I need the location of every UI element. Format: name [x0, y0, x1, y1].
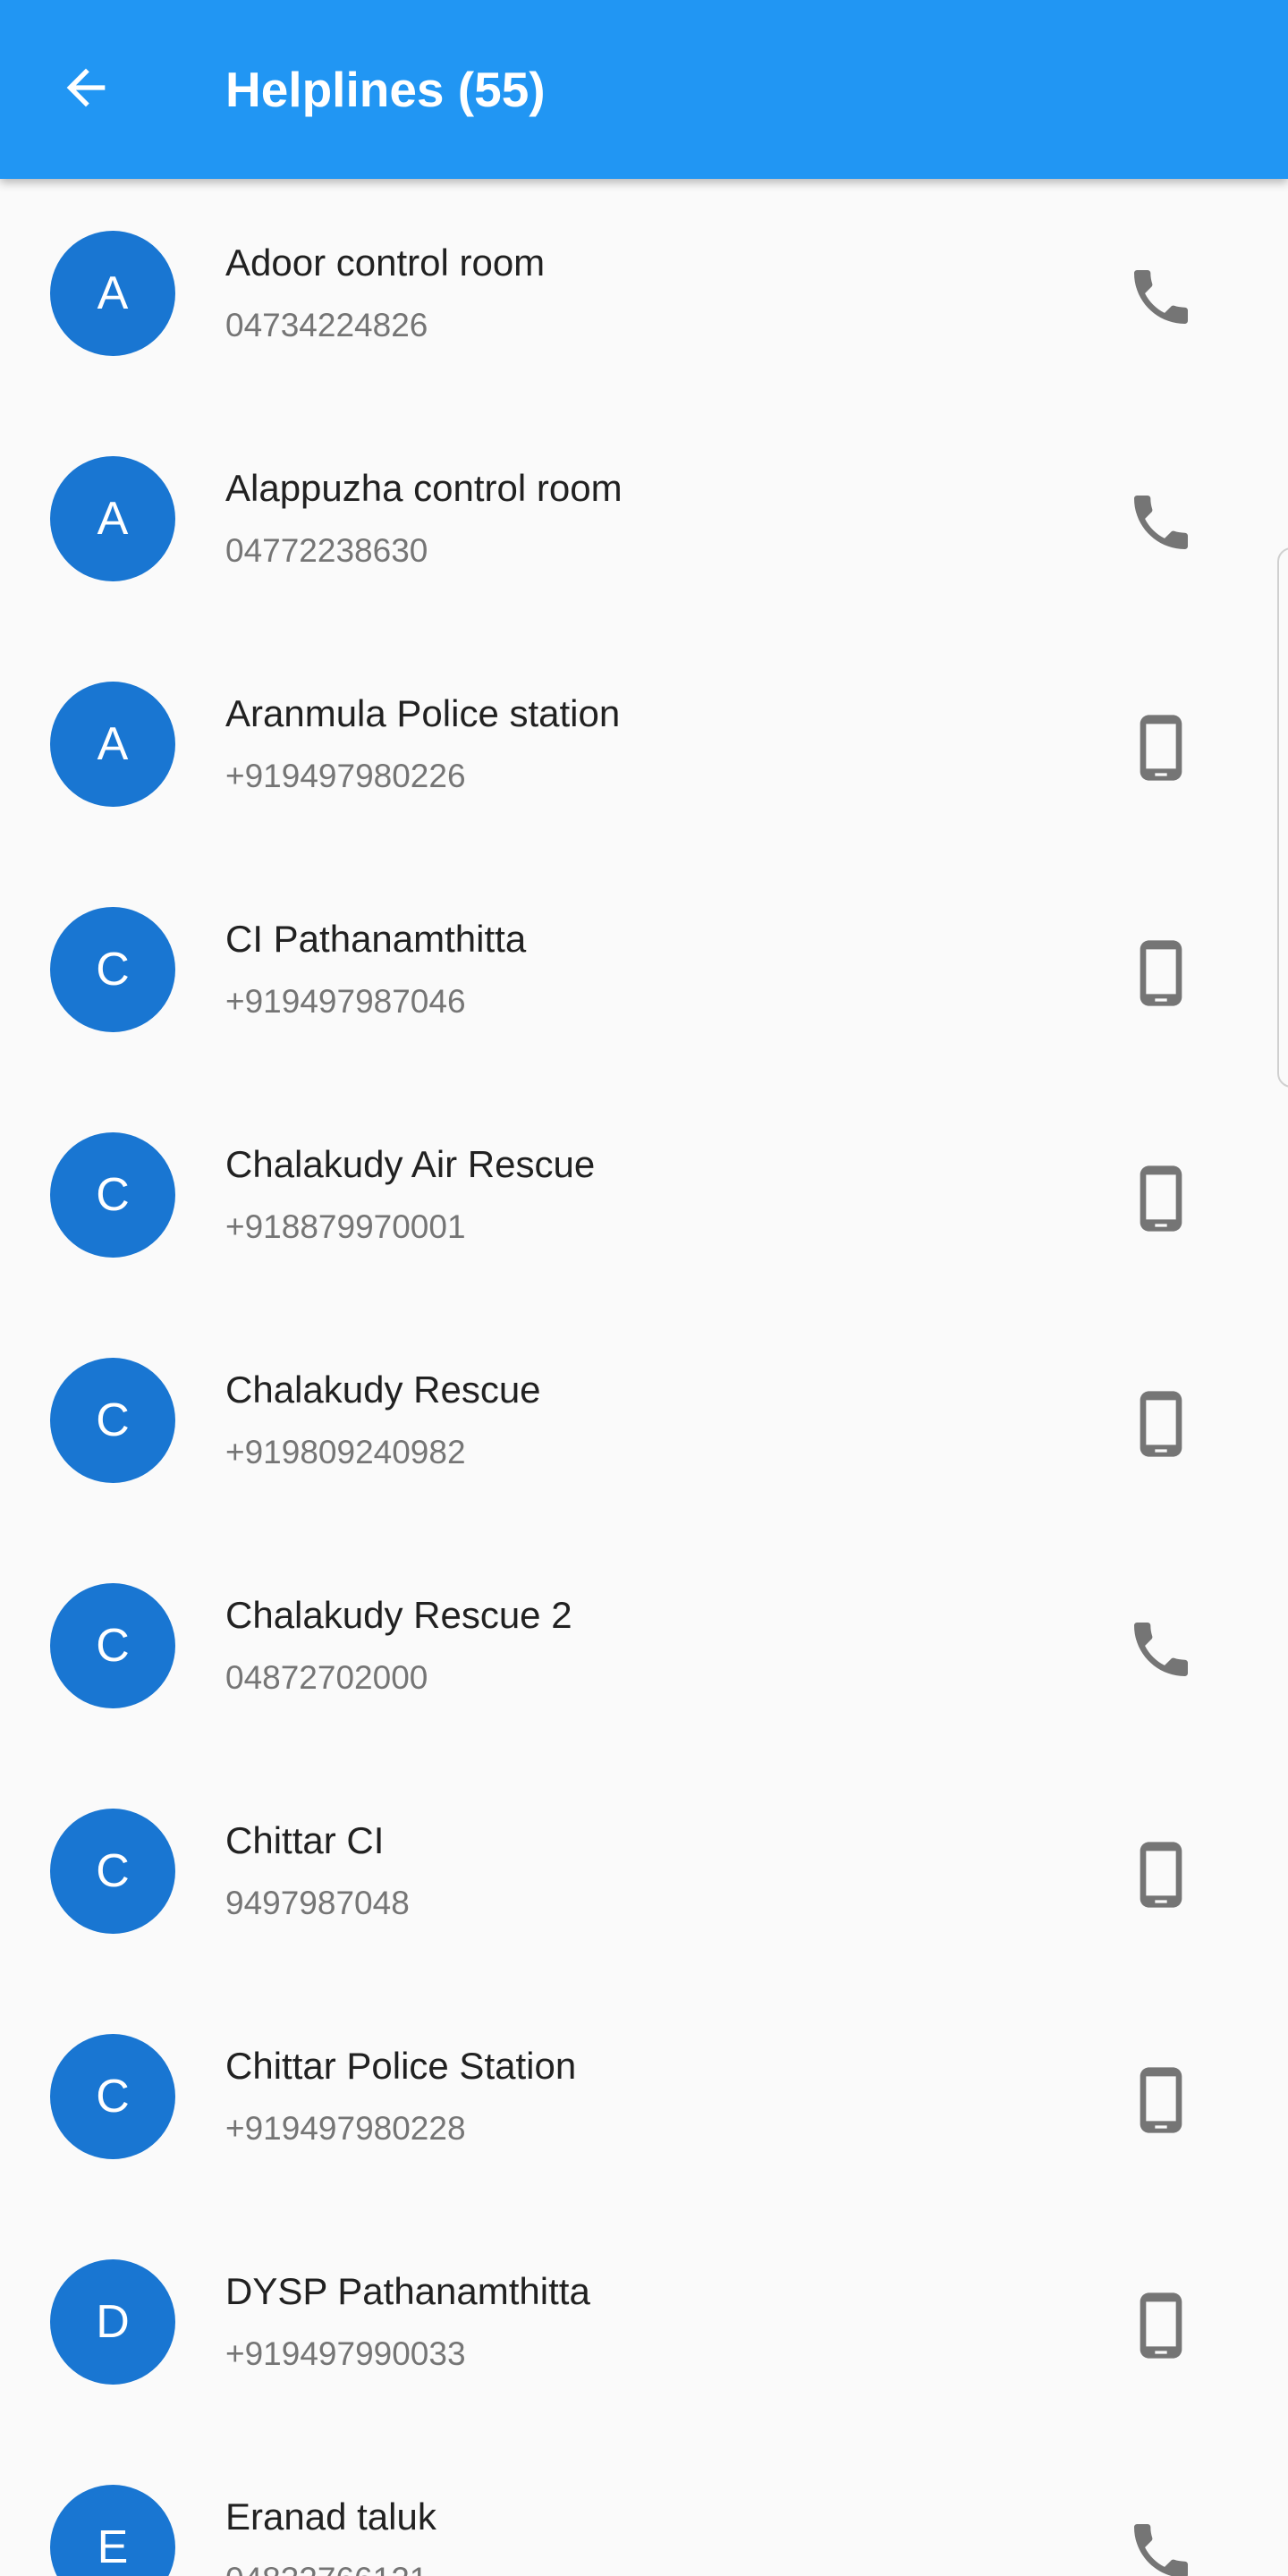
contact-name: Eranad taluk: [225, 2496, 436, 2538]
smartphone-icon: [1125, 1388, 1197, 1464]
contact-name: Chalakudy Air Rescue: [225, 1143, 596, 1185]
scrollbar-thumb[interactable]: [1277, 547, 1288, 1088]
contact-number: 04832766121: [225, 2561, 428, 2576]
contact-number: 9497987048: [225, 1885, 410, 1921]
list-item[interactable]: C Chittar CI 9497987048: [0, 1757, 1288, 1982]
contact-number: 04734224826: [225, 307, 428, 343]
list-item[interactable]: C CI Pathanamthitta +919497987046: [0, 855, 1288, 1080]
mobile-call-button[interactable]: [1118, 2284, 1204, 2370]
avatar: A: [50, 682, 175, 807]
list-item[interactable]: A Alappuzha control room 04772238630: [0, 404, 1288, 630]
contact-name: Aranmula Police station: [225, 692, 621, 734]
list-item[interactable]: C Chalakudy Air Rescue +918879970001: [0, 1080, 1288, 1306]
app-bar: Helplines (55): [0, 0, 1288, 179]
list-item[interactable]: D DYSP Pathanamthitta +919497990033: [0, 2207, 1288, 2433]
list-item[interactable]: C Chalakudy Rescue 2 04872702000: [0, 1531, 1288, 1757]
contact-number: +919497990033: [225, 2335, 466, 2372]
contact-name: Chittar Police Station: [225, 2045, 577, 2087]
avatar: D: [50, 2259, 175, 2385]
avatar: E: [50, 2485, 175, 2576]
contact-number: +918879970001: [225, 1208, 466, 1245]
mobile-call-button[interactable]: [1118, 1157, 1204, 1243]
smartphone-icon: [1125, 2290, 1197, 2366]
page-title: Helplines (55): [225, 62, 546, 117]
contact-number: 04872702000: [225, 1659, 428, 1696]
arrow-back-icon: [57, 59, 114, 121]
list-item[interactable]: C Chittar Police Station +919497980228: [0, 1982, 1288, 2207]
mobile-call-button[interactable]: [1118, 2059, 1204, 2145]
avatar: C: [50, 1358, 175, 1483]
contact-number: +919497980228: [225, 2110, 466, 2147]
landline-call-button[interactable]: [1118, 481, 1204, 567]
contact-number: +919497980226: [225, 758, 466, 794]
smartphone-icon: [1125, 1163, 1197, 1239]
avatar: C: [50, 1809, 175, 1934]
avatar: A: [50, 231, 175, 356]
contact-number: +919809240982: [225, 1434, 466, 1470]
contact-name: Chittar CI: [225, 1819, 385, 1861]
list-item[interactable]: E Eranad taluk 04832766121: [0, 2433, 1288, 2576]
mobile-call-button[interactable]: [1118, 707, 1204, 792]
avatar: C: [50, 1132, 175, 1258]
contact-name: Chalakudy Rescue 2: [225, 1594, 572, 1636]
smartphone-icon: [1125, 937, 1197, 1013]
contact-name: CI Pathanamthitta: [225, 918, 527, 960]
phone-icon: [1125, 2515, 1197, 2576]
avatar: C: [50, 2034, 175, 2159]
landline-call-button[interactable]: [1118, 256, 1204, 342]
landline-call-button[interactable]: [1118, 1608, 1204, 1694]
mobile-call-button[interactable]: [1118, 1834, 1204, 1919]
contact-number: 04772238630: [225, 532, 428, 569]
contact-name: Alappuzha control room: [225, 467, 623, 509]
smartphone-icon: [1125, 2064, 1197, 2140]
helpline-list: A Adoor control room 04734224826 A Alappuzha…: [0, 179, 1288, 2576]
phone-icon: [1125, 1614, 1197, 1690]
avatar: C: [50, 907, 175, 1032]
smartphone-icon: [1125, 1839, 1197, 1915]
phone-icon: [1125, 487, 1197, 563]
contact-number: +919497987046: [225, 983, 466, 1020]
list-item[interactable]: A Adoor control room 04734224826: [0, 179, 1288, 404]
landline-call-button[interactable]: [1118, 2510, 1204, 2576]
phone-icon: [1125, 261, 1197, 337]
contact-name: DYSP Pathanamthitta: [225, 2270, 590, 2312]
contact-name: Chalakudy Rescue: [225, 1368, 541, 1411]
avatar: A: [50, 456, 175, 581]
list-item[interactable]: A Aranmula Police station +919497980226: [0, 630, 1288, 855]
back-button[interactable]: [43, 47, 129, 132]
contact-name: Adoor control room: [225, 242, 546, 284]
list-item[interactable]: C Chalakudy Rescue +919809240982: [0, 1306, 1288, 1531]
smartphone-icon: [1125, 712, 1197, 788]
mobile-call-button[interactable]: [1118, 932, 1204, 1018]
mobile-call-button[interactable]: [1118, 1383, 1204, 1469]
avatar: C: [50, 1583, 175, 1708]
